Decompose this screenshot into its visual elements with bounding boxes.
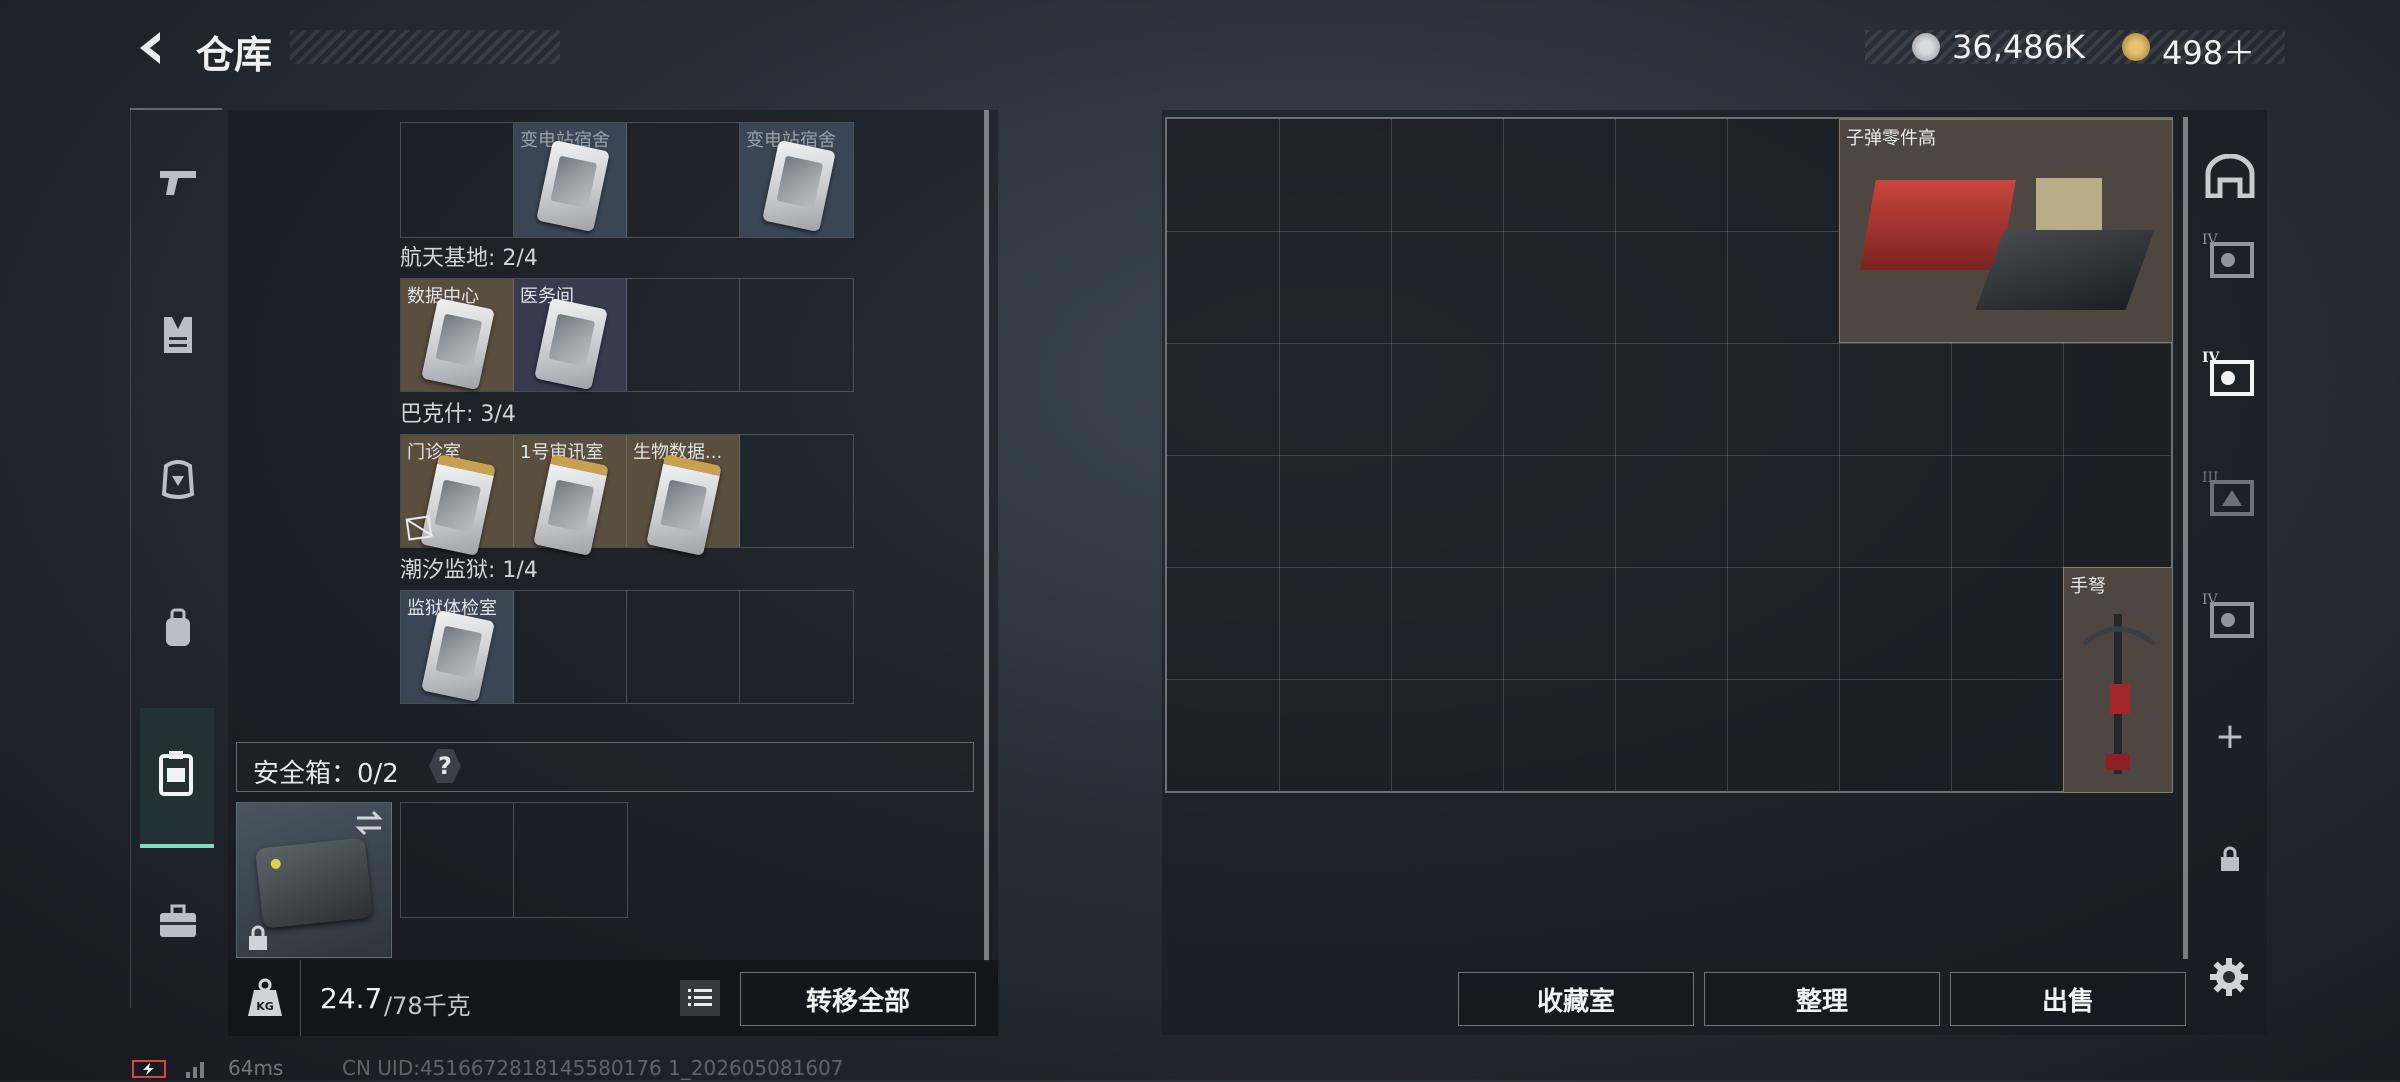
page-title: 仓库 [196,33,273,77]
left-nav-active-tab[interactable] [140,708,214,848]
keycard-slot[interactable]: 医务间 [514,279,627,391]
keycard-image [533,453,609,557]
toolbox-icon[interactable] [148,903,208,948]
keycard-slot[interactable]: 1号审讯室 [514,435,627,557]
keycard-slot[interactable]: 监狱体检室 [401,591,514,703]
lock-icon[interactable] [2200,846,2260,876]
storage-iii-icon[interactable]: III [2200,470,2260,522]
uid-text: CN UID:4516672818145580176 1_20260508160… [342,1056,844,1080]
region-label: 巴克什: 3/4 [400,402,516,427]
storage-item-crossbow[interactable]: 手弩 [2063,567,2173,793]
gear-icon[interactable] [2208,956,2250,998]
ping-value: 64ms [228,1056,284,1080]
keycard-row: 监狱体检室 [400,590,854,704]
keycard-row-top: 变电站宿舍 变电站宿舍 [400,122,854,238]
region-label: 航天基地: 2/4 [400,246,538,271]
safe-box-slot[interactable] [236,802,392,958]
region-label: 潮汐监狱: 1/4 [400,558,538,583]
battery-icon [132,1060,166,1078]
keycard-slot[interactable]: 变电站宿舍 [514,123,627,237]
weight-bar: KG 24.7 /78千克 转移全部 [228,960,998,1036]
weight-kg-icon: KG [246,978,284,1018]
organize-button[interactable]: 整理 [1704,972,1940,1026]
back-arrow-icon[interactable] [130,26,174,70]
keycard-slot[interactable] [740,435,853,547]
keycard-slot[interactable]: 门诊室 [401,435,514,557]
keycard-slot[interactable] [740,591,853,703]
tray-image [1975,230,2155,310]
vest-icon[interactable] [148,315,208,364]
keycard-row: 门诊室 1号审讯室 生物数据... [400,434,854,557]
storage-scrollbar[interactable] [2183,117,2188,959]
keycard-slot[interactable]: 数据中心 [401,279,514,391]
currency1-value: 36,486K [1952,28,2085,66]
helmet-icon[interactable] [148,460,208,509]
item-label: 手弩 [2070,576,2106,597]
safe-box-label: 安全箱：0/2 [253,759,399,789]
weight-max: /78千克 [384,992,471,1020]
keycard-slot[interactable] [401,123,514,237]
keycard-image [534,297,608,391]
keycard-image [421,297,495,391]
left-nav [130,108,223,1008]
lock-icon [247,925,269,951]
plus-icon[interactable]: + [2200,716,2260,757]
safe-box-header: 安全箱：0/2 ? [236,742,974,792]
storage-item-ammo-parts[interactable]: 子弹零件高 [1839,119,2173,343]
crossbow-image [2082,614,2156,774]
container-icon [158,750,194,800]
safe-box-image [255,837,373,929]
arch-icon[interactable] [2200,153,2260,202]
storage-grid: 子弹零件高 手弩 [1165,117,2173,793]
list-icon[interactable] [680,980,720,1016]
keycard-slot[interactable] [627,123,740,237]
keycard-slot[interactable] [627,591,740,703]
pistol-icon[interactable] [148,165,208,208]
keycard-slot[interactable]: 生物数据... [627,435,740,557]
triangle-coin-icon [2122,33,2150,61]
keycard-slot[interactable] [740,279,853,391]
transfer-all-button[interactable]: 转移全部 [740,972,976,1026]
backpack-icon[interactable] [148,608,208,657]
item-label: 子弹零件高 [1846,128,1936,149]
svg-text:KG: KG [256,1000,274,1013]
keycard-row: 数据中心 医务间 [400,278,854,392]
keycard-image [536,139,610,233]
header-title-bar [290,30,560,64]
signal-icon [184,1058,208,1078]
ammo-box-image [2036,178,2102,236]
keycard-scrollbar[interactable] [984,110,989,962]
ammo-crate-image [1860,180,2016,270]
safe-box-empty-slot[interactable] [400,802,628,918]
keycard-image [646,453,722,557]
storage-iv-2-icon[interactable]: IV [2200,592,2260,644]
storage-iv-active-icon[interactable]: IV [2200,350,2260,402]
help-button[interactable]: ? [429,749,461,783]
storage-iv-icon[interactable]: IV [2200,232,2260,284]
collection-room-button[interactable]: 收藏室 [1458,972,1694,1026]
currency2-value[interactable]: 498＋ [2162,28,2255,74]
keycard-slot[interactable] [627,279,740,391]
keycard-image [420,453,496,557]
keycard-image [421,609,495,703]
swap-arrows-icon[interactable] [353,809,385,837]
weight-current: 24.7 [320,982,383,1015]
keycard-slot[interactable] [514,591,627,703]
cannot-carry-icon [405,515,434,541]
keycard-image [762,139,836,233]
sell-button[interactable]: 出售 [1950,972,2186,1026]
keycard-slot[interactable]: 变电站宿舍 [740,123,853,237]
coin-icon [1912,33,1940,61]
left-nav-top-rule [130,108,222,110]
